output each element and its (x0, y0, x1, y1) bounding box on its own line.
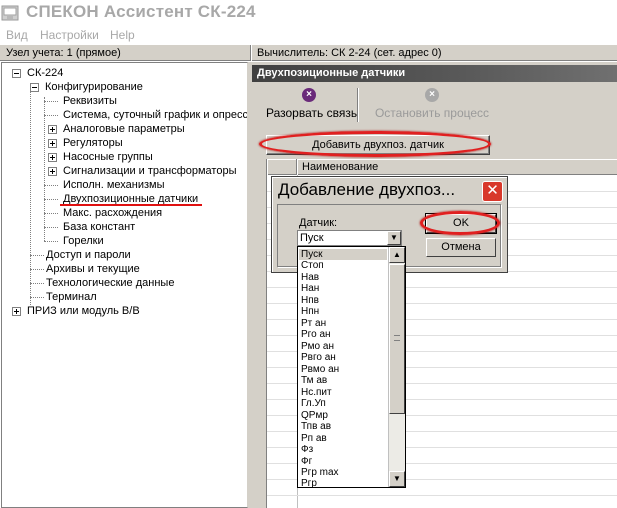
tree-item-requisites[interactable]: Реквизиты (63, 95, 117, 109)
expand-icon[interactable] (48, 139, 57, 148)
tree-item-analog-params[interactable]: Аналоговые параметры (63, 123, 185, 137)
tree-connector (30, 83, 31, 305)
tree-item-max-divergence[interactable]: Макс. расхождения (63, 207, 162, 221)
grid-row-line (267, 495, 617, 496)
grid-header: Наименование (267, 159, 617, 175)
tree-connector (44, 115, 58, 116)
panel-title: Двухпозиционные датчики (252, 65, 617, 82)
grip-icon (394, 335, 400, 341)
list-option[interactable]: Нс.пит (299, 387, 387, 398)
sensor-select-value: Пуск (300, 232, 324, 244)
selection-highlight (60, 204, 202, 206)
list-option[interactable]: Рт ан (299, 318, 387, 329)
expand-icon[interactable] (48, 125, 57, 134)
list-option[interactable]: Рмо ан (299, 341, 387, 352)
list-option[interactable]: Ргр (299, 478, 387, 487)
app-icon (1, 5, 19, 21)
sensor-select[interactable]: Пуск ▼ (297, 230, 402, 246)
tree-item-tech-data[interactable]: Технологические данные (46, 277, 174, 291)
tree-item-terminal[interactable]: Терминал (46, 291, 97, 305)
list-option[interactable]: Ргр max (299, 467, 387, 478)
tree-item-access-passwords[interactable]: Доступ и пароли (46, 249, 131, 263)
tree-item-actuators[interactable]: Исполн. механизмы (63, 179, 165, 193)
cancel-button[interactable]: Отмена (426, 238, 496, 257)
tree-item-alarms[interactable]: Сигнализации и трансформаторы (63, 165, 237, 179)
status-divider (250, 45, 252, 61)
tree-item-burners[interactable]: Горелки (63, 235, 104, 249)
list-option[interactable]: Фг (299, 456, 387, 467)
stop-process-button[interactable]: × Остановить процесс (372, 88, 492, 124)
toolbar-separator (357, 88, 359, 122)
list-option[interactable]: Нпв (299, 295, 387, 306)
expand-icon[interactable] (48, 167, 57, 176)
add-sensor-button[interactable]: Добавить двухпоз. датчик (266, 135, 490, 155)
scroll-up-icon[interactable]: ▲ (389, 247, 405, 263)
dialog-title: Добавление двухпоз... (278, 180, 456, 199)
menu-help[interactable]: Help (110, 28, 135, 42)
collapse-icon[interactable] (30, 83, 39, 92)
tree-connector (44, 241, 58, 242)
grid-header-name[interactable]: Наименование (297, 159, 617, 175)
scroll-down-icon[interactable]: ▼ (389, 471, 405, 487)
calculator-status: Вычислитель: СК 2-24 (сет. адрес 0) (257, 47, 442, 59)
tree-item-pump-groups[interactable]: Насосные группы (63, 151, 153, 165)
break-link-icon: × (302, 88, 316, 102)
navigation-tree[interactable]: СК-224 Конфигурирование Реквизиты Систем… (1, 62, 248, 508)
list-option[interactable]: Фз (299, 444, 387, 455)
tree-connector (44, 185, 58, 186)
list-option[interactable]: Пуск (299, 249, 387, 260)
list-option[interactable]: Рп ав (299, 433, 387, 444)
tree-item-regulators[interactable]: Регуляторы (63, 137, 123, 151)
sensor-label: Датчик: (299, 217, 338, 229)
tree-item-configuration[interactable]: Конфигурирование (45, 81, 143, 95)
list-option[interactable]: Рвго ан (299, 352, 387, 363)
status-row: Узел учета: 1 (прямое) Вычислитель: СК 2… (0, 44, 617, 61)
tree-connector (30, 283, 44, 284)
tree-item-system-schedule[interactable]: Система, суточный график и опрессо (63, 109, 247, 123)
stop-process-icon: × (425, 88, 439, 102)
collapse-icon[interactable] (12, 69, 21, 78)
list-option[interactable]: Нпн (299, 306, 387, 317)
tree-item-archives[interactable]: Архивы и текущие (46, 263, 140, 277)
list-option[interactable]: Тпв ав (299, 421, 387, 432)
expand-icon[interactable] (12, 307, 21, 316)
expand-icon[interactable] (48, 153, 57, 162)
list-option[interactable]: Гл.Уп (299, 398, 387, 409)
tree-connector (44, 199, 58, 200)
ok-button[interactable]: OK (425, 213, 497, 234)
list-option[interactable]: Тм ав (299, 375, 387, 386)
list-option[interactable]: Нан (299, 283, 387, 294)
window-title: СПЕКОН Ассистент СК-224 (26, 2, 256, 21)
tree-item-constants-base[interactable]: База констант (63, 221, 135, 235)
list-option[interactable]: Рго ан (299, 329, 387, 340)
scroll-thumb[interactable] (389, 264, 405, 414)
tree-connector (30, 297, 44, 298)
menu-bar: Вид Настройки Help (0, 26, 617, 44)
menu-view[interactable]: Вид (6, 28, 28, 42)
list-option[interactable]: QРмр (299, 410, 387, 421)
tree-connector (30, 255, 44, 256)
tree-connector (44, 101, 58, 102)
tree-item-priz-module[interactable]: ПРИЗ или модуль В/В (27, 305, 140, 319)
chevron-down-icon[interactable]: ▼ (387, 231, 401, 245)
tree-item-ck224[interactable]: СК-224 (27, 67, 63, 81)
tree-connector (44, 97, 45, 241)
title-bar: СПЕКОН Ассистент СК-224 (0, 0, 617, 26)
tree-connector (44, 213, 58, 214)
list-scrollbar[interactable]: ▲ ▼ (388, 247, 405, 487)
grid-header-index (267, 159, 297, 175)
close-icon[interactable]: ✕ (482, 181, 503, 202)
menu-settings[interactable]: Настройки (40, 28, 99, 42)
tree-connector (44, 227, 58, 228)
tree-connector (30, 269, 44, 270)
list-option[interactable]: Рвмо ан (299, 364, 387, 375)
break-link-button[interactable]: × Разорвать связь (266, 88, 357, 124)
list-option[interactable]: Нав (299, 272, 387, 283)
sensor-dropdown-list[interactable]: Пуск Стоп Нав Нан Нпв Нпн Рт ан Рго ан Р… (297, 246, 406, 488)
list-option[interactable]: Стоп (299, 260, 387, 271)
node-account-status: Узел учета: 1 (прямое) (6, 47, 121, 59)
